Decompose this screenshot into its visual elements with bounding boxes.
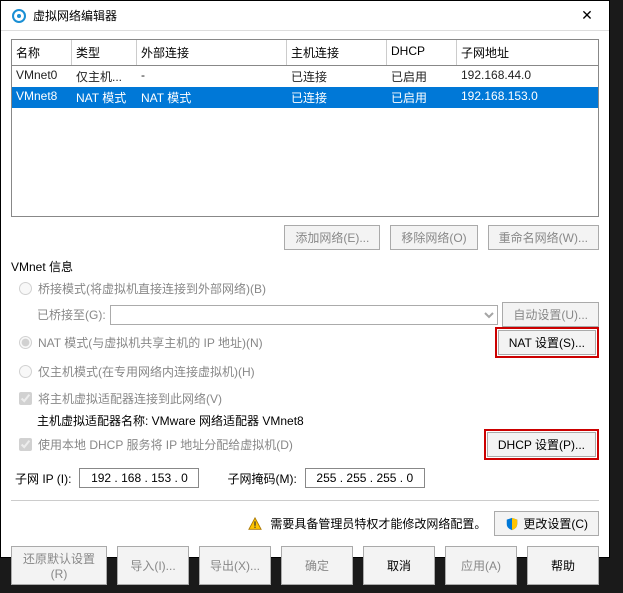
content-area: 名称 类型 外部连接 主机连接 DHCP 子网地址 VMnet0 仅主机... … bbox=[1, 31, 609, 593]
col-host[interactable]: 主机连接 bbox=[287, 40, 387, 65]
cell-external: - bbox=[137, 66, 287, 87]
hostonly-mode-row: 仅主机模式(在专用网络内连接虚拟机)(H) bbox=[19, 363, 599, 380]
vmnet-info-title: VMnet 信息 bbox=[11, 258, 599, 275]
network-buttons-row: 添加网络(E)... 移除网络(O) 重命名网络(W)... bbox=[11, 225, 599, 250]
dhcp-settings-button[interactable]: DHCP 设置(P)... bbox=[487, 432, 596, 457]
vmware-network-editor-window: 虚拟网络编辑器 ✕ 名称 类型 外部连接 主机连接 DHCP 子网地址 VMne… bbox=[0, 0, 610, 558]
cell-dhcp: 已启用 bbox=[387, 87, 457, 108]
bridge-mode-radio[interactable] bbox=[19, 282, 32, 295]
auto-settings-button[interactable]: 自动设置(U)... bbox=[502, 302, 599, 327]
bridge-mode-label: 桥接模式(将虚拟机直接连接到外部网络)(B) bbox=[38, 280, 266, 297]
subnet-mask-label: 子网掩码(M): bbox=[227, 470, 296, 487]
col-dhcp[interactable]: DHCP bbox=[387, 40, 457, 65]
close-icon[interactable]: ✕ bbox=[575, 7, 599, 24]
nat-mode-label: NAT 模式(与虚拟机共享主机的 IP 地址)(N) bbox=[38, 334, 263, 351]
connect-host-checkbox[interactable] bbox=[19, 392, 32, 405]
adapter-name-text: 主机虚拟适配器名称: VMware 网络适配器 VMnet8 bbox=[37, 412, 599, 429]
apply-button[interactable]: 应用(A) bbox=[445, 546, 517, 585]
dhcp-settings-highlight: DHCP 设置(P)... bbox=[484, 429, 599, 460]
col-external[interactable]: 外部连接 bbox=[137, 40, 287, 65]
nat-mode-radio[interactable] bbox=[19, 336, 32, 349]
import-button[interactable]: 导入(I)... bbox=[117, 546, 189, 585]
cancel-button[interactable]: 取消 bbox=[363, 546, 435, 585]
connect-host-label: 将主机虚拟适配器连接到此网络(V) bbox=[38, 390, 222, 407]
subnet-ip-row: 子网 IP (I): 子网掩码(M): bbox=[15, 468, 599, 488]
cell-host: 已连接 bbox=[287, 87, 387, 108]
network-table: 名称 类型 外部连接 主机连接 DHCP 子网地址 VMnet0 仅主机... … bbox=[11, 39, 599, 217]
window-title: 虚拟网络编辑器 bbox=[33, 7, 575, 24]
subnet-mask-input[interactable] bbox=[305, 468, 425, 488]
app-icon bbox=[11, 8, 27, 24]
warning-icon bbox=[248, 517, 262, 531]
hostonly-mode-radio[interactable] bbox=[19, 365, 32, 378]
nat-settings-button[interactable]: NAT 设置(S)... bbox=[498, 330, 596, 355]
shield-icon bbox=[505, 517, 519, 531]
cell-external: NAT 模式 bbox=[137, 87, 287, 108]
nat-mode-row: NAT 模式(与虚拟机共享主机的 IP 地址)(N) NAT 设置(S)... bbox=[11, 327, 599, 358]
admin-note-row: 需要具备管理员特权才能修改网络配置。 更改设置(C) bbox=[11, 500, 599, 536]
restore-defaults-button[interactable]: 还原默认设置(R) bbox=[11, 546, 107, 585]
table-row[interactable]: VMnet0 仅主机... - 已连接 已启用 192.168.44.0 bbox=[12, 66, 598, 87]
cell-name: VMnet0 bbox=[12, 66, 72, 87]
cell-name: VMnet8 bbox=[12, 87, 72, 108]
cell-type: 仅主机... bbox=[72, 66, 137, 87]
col-subnet[interactable]: 子网地址 bbox=[457, 40, 577, 65]
hostonly-mode-label: 仅主机模式(在专用网络内连接虚拟机)(H) bbox=[38, 363, 255, 380]
ok-button[interactable]: 确定 bbox=[281, 546, 353, 585]
table-body: VMnet0 仅主机... - 已连接 已启用 192.168.44.0 VMn… bbox=[12, 66, 598, 216]
subnet-ip-input[interactable] bbox=[79, 468, 199, 488]
dhcp-row: 使用本地 DHCP 服务将 IP 地址分配给虚拟机(D) DHCP 设置(P).… bbox=[11, 429, 599, 460]
remove-network-button[interactable]: 移除网络(O) bbox=[390, 225, 477, 250]
cell-subnet: 192.168.44.0 bbox=[457, 66, 577, 87]
table-header: 名称 类型 外部连接 主机连接 DHCP 子网地址 bbox=[12, 40, 598, 66]
table-row[interactable]: VMnet8 NAT 模式 NAT 模式 已连接 已启用 192.168.153… bbox=[12, 87, 598, 108]
bridge-to-select[interactable] bbox=[110, 305, 499, 325]
titlebar: 虚拟网络编辑器 ✕ bbox=[1, 1, 609, 31]
use-dhcp-label: 使用本地 DHCP 服务将 IP 地址分配给虚拟机(D) bbox=[38, 436, 293, 453]
nat-settings-highlight: NAT 设置(S)... bbox=[495, 327, 599, 358]
bridge-mode-row: 桥接模式(将虚拟机直接连接到外部网络)(B) bbox=[19, 280, 599, 297]
use-dhcp-checkbox[interactable] bbox=[19, 438, 32, 451]
export-button[interactable]: 导出(X)... bbox=[199, 546, 271, 585]
bridge-to-row: 已桥接至(G): 自动设置(U)... bbox=[37, 302, 599, 327]
subnet-ip-label: 子网 IP (I): bbox=[15, 470, 71, 487]
connect-host-row: 将主机虚拟适配器连接到此网络(V) bbox=[19, 390, 599, 407]
rename-network-button[interactable]: 重命名网络(W)... bbox=[488, 225, 599, 250]
cell-host: 已连接 bbox=[287, 66, 387, 87]
footer-buttons: 还原默认设置(R) 导入(I)... 导出(X)... 确定 取消 应用(A) … bbox=[11, 546, 599, 585]
col-type[interactable]: 类型 bbox=[72, 40, 137, 65]
col-name[interactable]: 名称 bbox=[12, 40, 72, 65]
help-button[interactable]: 帮助 bbox=[527, 546, 599, 585]
cell-subnet: 192.168.153.0 bbox=[457, 87, 577, 108]
bridge-to-label: 已桥接至(G): bbox=[37, 306, 106, 323]
admin-note-text: 需要具备管理员特权才能修改网络配置。 bbox=[270, 515, 486, 532]
cell-type: NAT 模式 bbox=[72, 87, 137, 108]
change-settings-label: 更改设置(C) bbox=[523, 515, 588, 532]
add-network-button[interactable]: 添加网络(E)... bbox=[284, 225, 380, 250]
cell-dhcp: 已启用 bbox=[387, 66, 457, 87]
change-settings-button[interactable]: 更改设置(C) bbox=[494, 511, 599, 536]
